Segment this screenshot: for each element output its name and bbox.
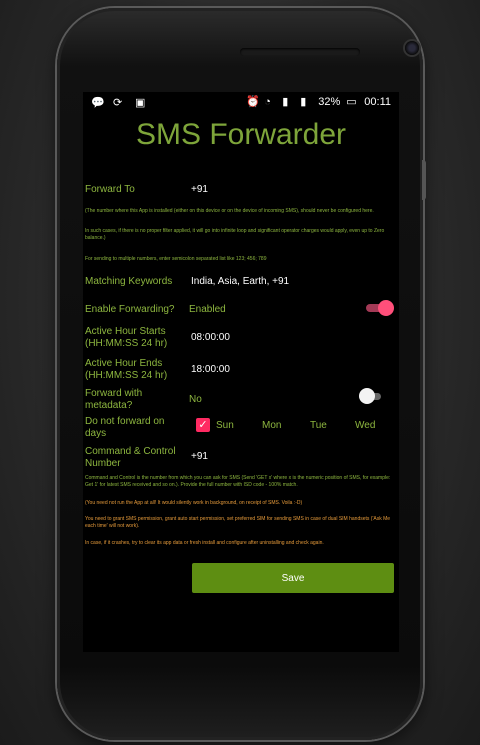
metadata-label: Forward with metadata? <box>85 388 143 411</box>
front-camera <box>405 41 419 55</box>
sunday-checkbox[interactable]: ✓ <box>196 418 210 432</box>
enable-forwarding-label: Enable Forwarding? <box>85 304 175 315</box>
signal-icon: ▮ <box>282 96 289 108</box>
command-input[interactable]: +91 <box>191 451 208 462</box>
sync-icon: ⟳ <box>113 97 123 109</box>
status-time: 00:11 <box>364 96 391 108</box>
metadata-value: No <box>189 394 202 405</box>
day-sun: Sun <box>216 420 234 431</box>
app-title: SMS Forwarder <box>135 118 347 151</box>
active-end-input[interactable]: 18:00:00 <box>191 364 230 375</box>
active-end-label: Active Hour Ends (HH:MM:SS 24 hr) <box>85 358 168 381</box>
status-bar: 💬 ⟳ ▣ ⏰ ◔ ▮ ▮ 32% ▭ 00:11 <box>83 92 399 116</box>
forward-to-input[interactable]: +91 <box>191 184 208 195</box>
enable-forwarding-value: Enabled <box>189 304 226 315</box>
metadata-switch[interactable] <box>359 388 383 404</box>
switch-knob <box>359 388 375 404</box>
matching-keywords-input[interactable]: India, Asia, Earth, +91 <box>191 276 289 287</box>
speaker-grille <box>240 48 360 56</box>
day-wed[interactable]: Wed <box>355 420 375 431</box>
background-info: (You need not run the App at all! It wou… <box>85 500 303 506</box>
day-tue[interactable]: Tue <box>310 420 327 431</box>
day-mon[interactable]: Mon <box>262 420 281 431</box>
signal-icon-2: ▮ <box>300 96 307 108</box>
screen: 💬 ⟳ ▣ ⏰ ◔ ▮ ▮ 32% ▭ 00:11 SMS Forwarder … <box>83 92 399 652</box>
command-label: Command & Control Number <box>85 446 176 469</box>
command-info: Command and Control is the number from w… <box>85 475 391 488</box>
battery-icon: ▭ <box>346 96 357 108</box>
do-not-forward-label: Do not forward on days <box>85 416 165 439</box>
switch-knob <box>378 300 394 316</box>
enable-forwarding-switch[interactable] <box>366 300 394 316</box>
side-button <box>422 160 426 200</box>
chat-bubble-icon: 💬 <box>91 97 105 109</box>
forward-note-2: In such cases, if there is no proper fil… <box>85 228 385 241</box>
forward-to-label: Forward To <box>85 184 135 195</box>
permission-info: You need to grant SMS permission, grant … <box>85 516 391 529</box>
matching-keywords-label: Matching Keywords <box>85 276 173 287</box>
forward-note-3: For sending to multiple numbers, enter s… <box>85 256 267 262</box>
crash-info: In case, if it crashes, try to clear its… <box>85 540 324 546</box>
android-icon: ▣ <box>135 97 146 109</box>
forward-note-1: (The number where this App is installed … <box>85 208 374 214</box>
alarm-icon: ⏰ <box>246 96 260 108</box>
save-button[interactable]: Save <box>192 563 394 593</box>
battery-percent: 32% <box>318 96 341 108</box>
active-start-label: Active Hour Starts (HH:MM:SS 24 hr) <box>85 326 168 349</box>
active-start-input[interactable]: 08:00:00 <box>191 332 230 343</box>
wifi-icon: ◔ <box>264 96 271 108</box>
